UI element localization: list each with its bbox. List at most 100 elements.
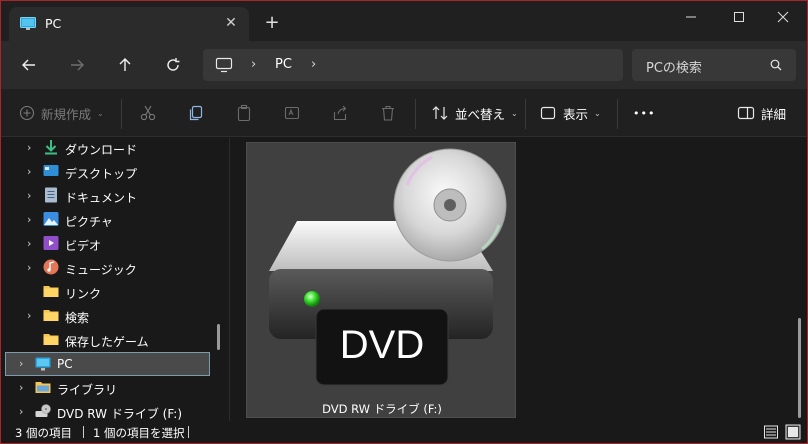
chevron-down-icon: ⌄: [97, 108, 104, 118]
content-scrollbar[interactable]: [798, 318, 801, 418]
chevron-right-icon[interactable]: ›: [19, 406, 29, 417]
folder-icon: [43, 286, 59, 297]
chevron-right-icon[interactable]: ›: [19, 358, 29, 369]
chevron-right-icon[interactable]: ›: [27, 214, 37, 225]
item-count: 3 個の項目: [15, 426, 72, 440]
view-icon: [540, 106, 556, 120]
minimize-icon: [686, 16, 696, 18]
chevron-right-icon[interactable]: ›: [27, 262, 37, 273]
up-arrow-icon: [119, 58, 131, 71]
copy-icon: [189, 105, 203, 121]
nav-label-saved-games: 保存したゲーム: [65, 335, 149, 349]
chevron-right-icon[interactable]: ›: [27, 310, 37, 321]
new-tab-button[interactable]: +: [262, 13, 282, 33]
video-icon: [43, 236, 59, 250]
title-bar: PC ✕ +: [1, 1, 807, 41]
nav-item-pc[interactable]: › PC: [5, 352, 210, 376]
dvd-drive-tile[interactable]: DVD DVD RW ドライブ (F:): [246, 142, 516, 418]
nav-item-music[interactable]: › ミュージック: [5, 256, 225, 280]
pictures-icon: [43, 212, 59, 226]
breadcrumb-pc[interactable]: PC: [275, 57, 292, 72]
status-bar: 3 個の項目 1 個の項目を選択: [1, 421, 807, 443]
copy-button[interactable]: [187, 101, 205, 125]
tab-pc[interactable]: PC ✕: [9, 7, 249, 41]
toolbar-divider: [617, 99, 618, 129]
address-bar[interactable]: › PC ›: [203, 49, 623, 81]
nav-item-searches[interactable]: › 検索: [5, 304, 225, 328]
details-view-icon[interactable]: [763, 424, 779, 440]
nav-label-dvd-drive: DVD RW ドライブ (F:): [57, 407, 183, 421]
sort-icon: [432, 106, 448, 120]
minimize-button[interactable]: [671, 3, 711, 31]
nav-label-pc: PC: [57, 357, 73, 371]
nav-label-music: ミュージック: [65, 263, 137, 277]
paste-button[interactable]: [235, 101, 253, 125]
nav-label-videos: ビデオ: [65, 239, 102, 253]
folder-icon: [43, 310, 59, 321]
nav-item-documents[interactable]: › ドキュメント: [5, 184, 225, 208]
view-button[interactable]: 表示 ⌄: [539, 101, 601, 125]
cut-button[interactable]: [139, 101, 157, 125]
back-button[interactable]: [15, 51, 43, 79]
navigation-bar: › PC › PCの検索: [1, 41, 807, 89]
search-input[interactable]: PCの検索: [646, 57, 702, 76]
nav-item-pictures[interactable]: › ピクチャ: [5, 208, 225, 232]
chevron-right-icon[interactable]: ›: [27, 190, 37, 201]
folder-icon: [43, 334, 59, 345]
nav-item-links[interactable]: リンク: [5, 280, 225, 304]
details-pane-icon: [737, 106, 755, 120]
large-icons-view-icon[interactable]: [785, 424, 801, 440]
maximize-button[interactable]: [719, 3, 759, 31]
dvd-badge-text: DVD: [339, 323, 425, 367]
chevron-down-icon: ⌄: [511, 108, 518, 118]
nav-label-pictures: ピクチャ: [65, 215, 113, 229]
status-divider: [83, 426, 84, 438]
nav-label-documents: ドキュメント: [65, 191, 138, 205]
search-box[interactable]: PCの検索: [632, 49, 796, 81]
breadcrumb-separator-end[interactable]: ›: [311, 57, 316, 72]
monitor-icon: [215, 57, 233, 73]
selected-count: 1 個の項目を選択: [93, 426, 185, 440]
clipboard-icon: [237, 104, 251, 122]
chevron-right-icon[interactable]: ›: [27, 166, 37, 177]
up-button[interactable]: [111, 51, 139, 79]
chevron-right-icon[interactable]: ›: [19, 382, 29, 393]
more-options-button[interactable]: •••: [633, 101, 655, 125]
details-pane-button[interactable]: 詳細: [737, 101, 786, 125]
pc-icon: [35, 357, 51, 371]
view-label: 表示: [563, 106, 589, 122]
nav-label-libraries: ライブラリ: [57, 383, 118, 397]
share-icon: [333, 105, 347, 121]
refresh-icon: [167, 58, 180, 71]
share-button[interactable]: [331, 101, 349, 125]
new-button[interactable]: 新規作成 ⌄: [19, 101, 104, 125]
plus-circle-icon: [19, 105, 35, 121]
close-tab-icon[interactable]: ✕: [221, 13, 241, 33]
nav-label-searches: 検索: [65, 311, 90, 325]
scissors-icon: [140, 105, 156, 121]
rename-button[interactable]: [283, 101, 301, 125]
chevron-right-icon[interactable]: ›: [27, 238, 37, 249]
new-label: 新規作成: [41, 106, 92, 122]
chevron-right-icon[interactable]: ›: [27, 142, 37, 153]
toolbar-divider: [415, 99, 416, 129]
chevron-down-icon: ⌄: [594, 108, 601, 118]
delete-button[interactable]: [379, 101, 397, 125]
file-list: DVD DVD RW ドライブ (F:): [230, 138, 807, 421]
nav-item-saved-games[interactable]: 保存したゲーム: [5, 328, 225, 352]
refresh-button[interactable]: [159, 51, 187, 79]
dvd-drive-icon: [35, 404, 51, 417]
forward-button[interactable]: [63, 51, 91, 79]
music-icon: [43, 259, 59, 275]
nav-item-libraries[interactable]: › ライブラリ: [5, 376, 225, 400]
sort-button[interactable]: 並べ替え ⌄: [431, 101, 518, 125]
nav-label-desktop: デスクトップ: [65, 167, 138, 181]
details-label: 詳細: [761, 106, 787, 122]
nav-item-downloads[interactable]: › ダウンロード: [5, 136, 225, 160]
nav-item-desktop[interactable]: › デスクトップ: [5, 160, 225, 184]
nav-item-videos[interactable]: › ビデオ: [5, 232, 225, 256]
navigation-scrollbar[interactable]: [217, 324, 220, 350]
toolbar-divider: [525, 99, 526, 129]
close-window-button[interactable]: [763, 3, 803, 31]
file-explorer-window: PC ✕ + › PC › PCの検索 新規作成 ⌄ 並べ替え ⌄ 表示 ⌄ •…: [0, 0, 808, 444]
